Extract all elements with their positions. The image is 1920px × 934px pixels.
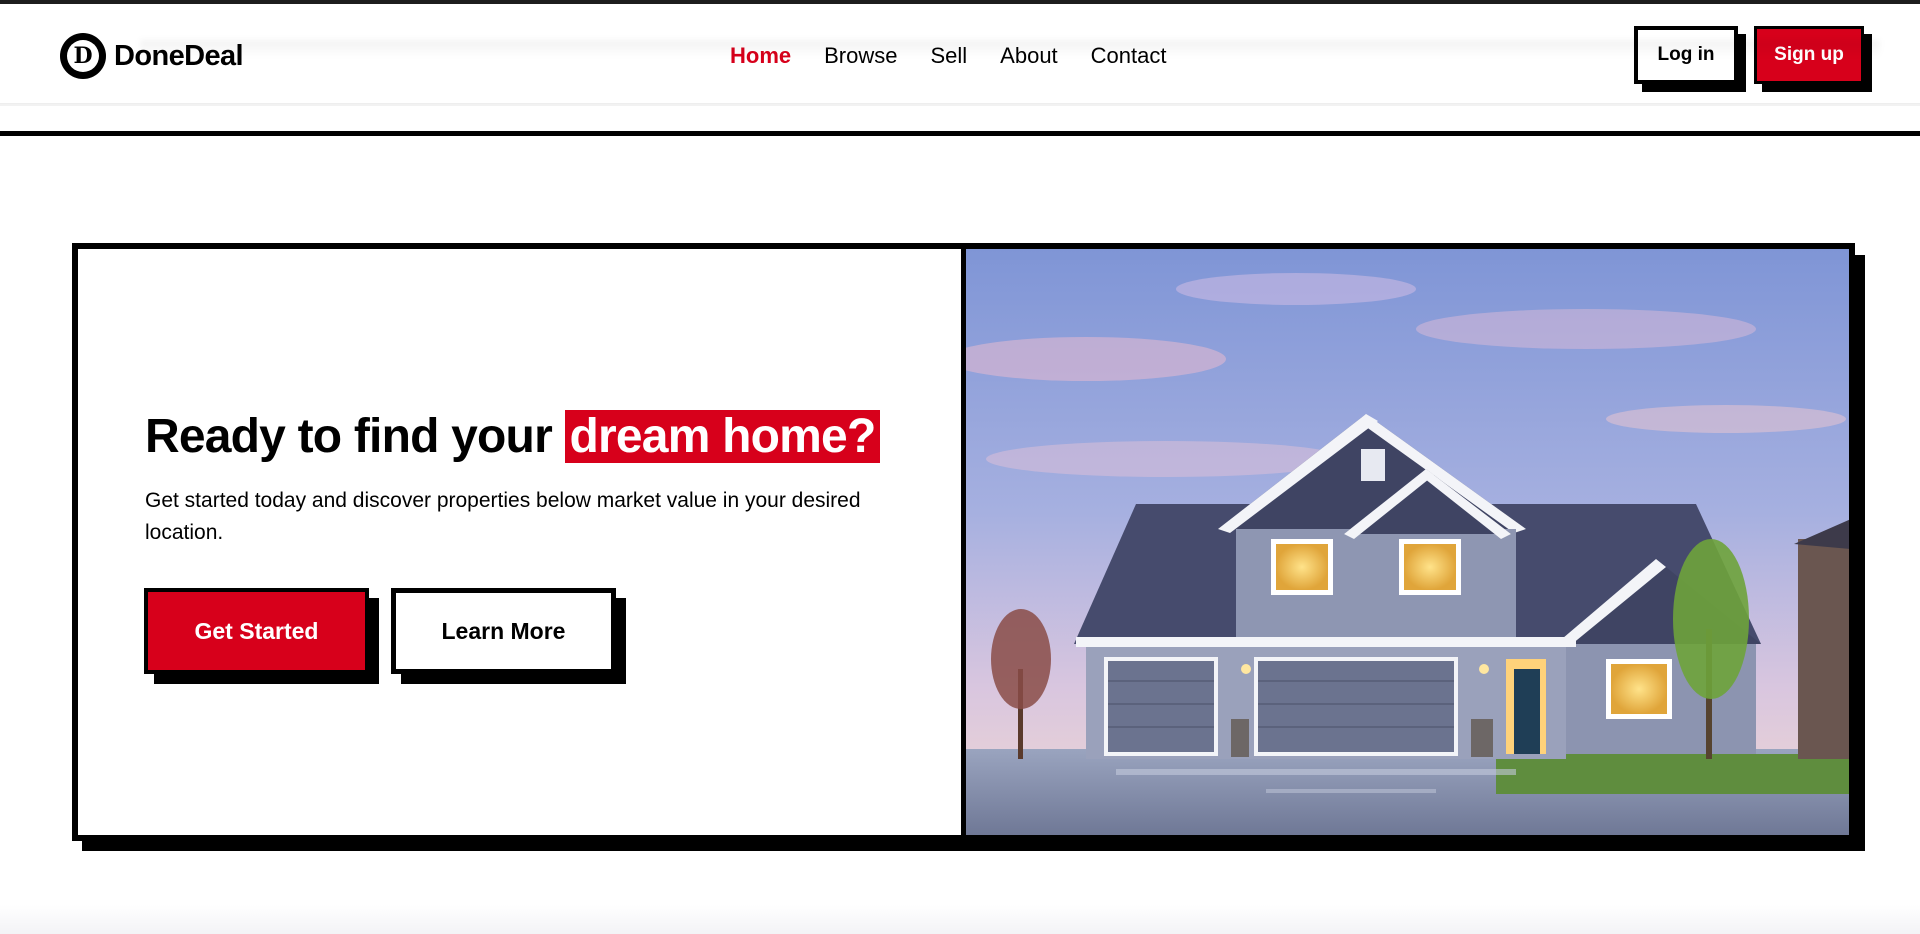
- logo-letter: D: [67, 40, 99, 72]
- learn-more-button[interactable]: Learn More: [391, 588, 616, 674]
- get-started-button[interactable]: Get Started: [144, 588, 369, 674]
- house-illustration: [966, 249, 1849, 835]
- hero-card: Ready to find your dream home? Get start…: [72, 243, 1855, 841]
- page-bottom-edge: [0, 905, 1920, 934]
- hero-content: Ready to find your dream home? Get start…: [78, 249, 966, 835]
- header-shadow: [140, 40, 1880, 58]
- header-underline: [0, 104, 1920, 106]
- hero-house-image: [966, 249, 1849, 835]
- hero-subtitle: Get started today and discover propertie…: [145, 489, 861, 544]
- hero-title: Ready to find your dream home?: [145, 409, 881, 465]
- hero-title-highlight: dream home?: [564, 410, 881, 463]
- circle-d-logo-icon: D: [60, 33, 106, 79]
- section-divider: [0, 131, 1920, 136]
- hero-title-prefix: Ready to find your: [145, 410, 553, 463]
